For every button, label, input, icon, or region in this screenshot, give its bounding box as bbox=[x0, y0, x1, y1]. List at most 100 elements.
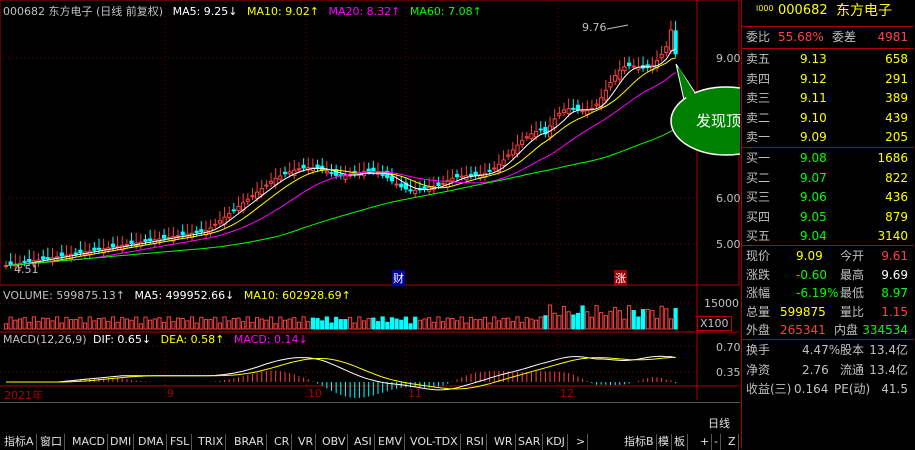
candle-body bbox=[436, 182, 441, 187]
indicator-tab-dma[interactable]: DMA bbox=[136, 434, 167, 450]
zoom-control-1[interactable]: - bbox=[712, 434, 721, 450]
indicator-tab-fsl[interactable]: FSL bbox=[168, 434, 193, 450]
kline-chart[interactable] bbox=[0, 0, 740, 449]
volume-bar bbox=[324, 316, 329, 330]
volume-bar bbox=[217, 322, 223, 330]
volume-bar bbox=[64, 316, 69, 330]
volume-bar bbox=[417, 319, 422, 330]
candle-body bbox=[180, 231, 185, 236]
volume-bar bbox=[31, 316, 36, 330]
volume-bar bbox=[640, 309, 646, 330]
volume-bar bbox=[306, 321, 311, 330]
volume-bar bbox=[589, 316, 594, 330]
candle-body bbox=[389, 176, 395, 182]
volume-bar bbox=[143, 316, 148, 330]
indicator-tab-obv[interactable]: OBV bbox=[320, 434, 349, 450]
volume-bar bbox=[547, 304, 553, 330]
volume-bar bbox=[603, 315, 608, 330]
candle-body bbox=[217, 220, 223, 224]
volume-bar bbox=[496, 320, 501, 330]
volume-bar bbox=[59, 322, 64, 330]
indicator-tab-asi[interactable]: ASI bbox=[352, 434, 375, 450]
volume-bar bbox=[636, 316, 641, 330]
candle-body bbox=[501, 159, 506, 166]
volume-bar bbox=[394, 318, 399, 330]
level-label: 卖四 bbox=[746, 71, 771, 86]
volume-bar bbox=[180, 318, 185, 330]
volume-bar bbox=[282, 319, 288, 330]
volume-bar bbox=[561, 305, 567, 330]
volume-bar bbox=[552, 312, 557, 330]
indicator-tab-a[interactable]: 指标A bbox=[2, 434, 37, 450]
volume-bar bbox=[673, 307, 678, 330]
volume-bar bbox=[101, 317, 106, 330]
rise-marker[interactable]: 涨 bbox=[614, 270, 627, 286]
level-price: 9.12 bbox=[800, 71, 827, 86]
sell-level-row: 卖三 9.11 389 bbox=[742, 89, 914, 107]
right-tab-1[interactable]: 模 bbox=[656, 434, 672, 450]
stat-row: 总量 599875 量比 1.15 bbox=[742, 303, 914, 321]
zoom-control-0[interactable]: + bbox=[698, 434, 713, 450]
candle-body bbox=[487, 169, 492, 172]
indicator-tab-sar[interactable]: SAR bbox=[516, 434, 544, 450]
volume-bar bbox=[129, 319, 134, 330]
volume-bar bbox=[445, 317, 450, 330]
volume-bar bbox=[8, 316, 13, 330]
volume-bar bbox=[627, 305, 632, 330]
zoom-control-2[interactable]: Z bbox=[726, 434, 739, 450]
volume-bar bbox=[171, 321, 176, 330]
indicator-tab-[interactable]: > bbox=[574, 434, 589, 450]
macd-tick-070: 0.70 bbox=[716, 341, 741, 354]
stat-value: 265341 bbox=[780, 323, 826, 337]
earnings-marker[interactable]: 财 bbox=[392, 270, 405, 286]
candle-body bbox=[529, 133, 534, 139]
right-tab-2[interactable]: 板 bbox=[672, 434, 688, 450]
buy-level-row: 买四 9.05 879 bbox=[742, 208, 914, 226]
candle-body bbox=[566, 108, 571, 115]
level-price: 9.05 bbox=[800, 209, 827, 224]
right-tab-0[interactable]: 指标B bbox=[622, 434, 657, 450]
indicator-tab-dmi[interactable]: DMI bbox=[108, 434, 135, 450]
volume-bar bbox=[120, 317, 125, 330]
level-volume: 436 bbox=[885, 190, 908, 204]
volume-bar bbox=[427, 317, 432, 330]
candle-body bbox=[468, 173, 474, 177]
indicator-tab-macd[interactable]: MACD bbox=[70, 434, 108, 450]
candle-body bbox=[408, 189, 413, 192]
level-volume: 822 bbox=[885, 170, 908, 185]
indicator-tab-vr[interactable]: VR bbox=[296, 434, 317, 450]
candle-body bbox=[561, 109, 567, 114]
indicator-tab-rsi[interactable]: RSI bbox=[464, 434, 487, 450]
stat-row: 涨幅 -6.19% 最低 8.97 bbox=[742, 284, 914, 302]
volume-bar bbox=[431, 321, 436, 330]
volume-bar bbox=[575, 312, 581, 330]
candle-body bbox=[96, 247, 102, 250]
volume-bar bbox=[482, 316, 488, 330]
price-tick-500: 5.00 bbox=[716, 238, 741, 251]
price-tick-600: 6.00 bbox=[716, 192, 741, 205]
candle-body bbox=[422, 186, 427, 190]
indicator-tab-kdj[interactable]: KDJ bbox=[544, 434, 568, 450]
volume-bar bbox=[352, 322, 357, 330]
candle-body bbox=[162, 234, 167, 239]
period-selector[interactable]: 日线 bbox=[706, 416, 732, 432]
indicator-tab-[interactable]: 窗口 bbox=[38, 434, 65, 450]
indicator-tab-wr[interactable]: WR bbox=[492, 434, 516, 450]
fund-label: 净资 bbox=[746, 362, 771, 377]
candle-body bbox=[115, 245, 120, 248]
volume-bar bbox=[543, 315, 548, 330]
indicator-tab-voltdx[interactable]: VOL-TDX bbox=[408, 434, 461, 450]
indicator-tab-emv[interactable]: EMV bbox=[376, 434, 405, 450]
candle-body bbox=[617, 69, 622, 80]
volume-bar bbox=[361, 320, 367, 330]
candle-body bbox=[627, 62, 632, 67]
indicator-tab-brar[interactable]: BRAR bbox=[232, 434, 267, 450]
buy-level-row: 买五 9.04 3140 bbox=[742, 227, 914, 245]
indicator-tab-cr[interactable]: CR bbox=[272, 434, 293, 450]
fund-label: 流通 bbox=[840, 362, 865, 377]
indicator-tab-trix[interactable]: TRIX bbox=[196, 434, 227, 450]
chart-area[interactable]: 000682 东方电子 (日线 前复权) MA5: 9.25↓ MA10: 9.… bbox=[0, 0, 756, 450]
volume-bar bbox=[487, 322, 492, 330]
level-label: 买三 bbox=[746, 190, 771, 204]
level-label: 卖二 bbox=[746, 110, 771, 125]
